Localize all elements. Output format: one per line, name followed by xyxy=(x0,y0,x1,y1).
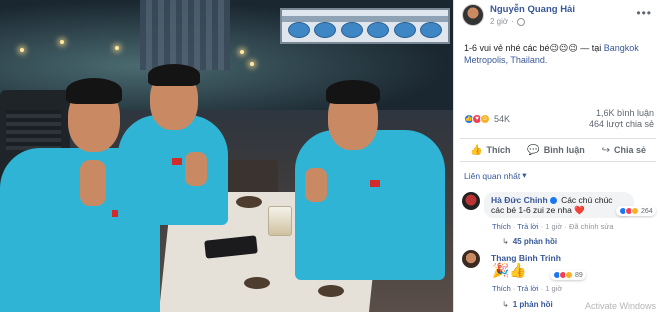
globe-icon xyxy=(516,17,525,26)
comment-filter[interactable]: Liên quan nhất ▾ xyxy=(464,170,527,181)
speech-bubble-icon: 💬 xyxy=(527,144,540,156)
comment-reply-link[interactable]: Trả lời xyxy=(517,222,538,231)
reaction-count: 54K xyxy=(494,114,511,124)
city-light xyxy=(240,50,244,54)
comment-reply-link[interactable]: Trả lời xyxy=(517,284,538,293)
reaction-summary[interactable]: 👍 ♥ ☺ 54K xyxy=(464,114,510,124)
comment-filter-label: Liên quan nhất xyxy=(464,170,521,181)
bus-screen xyxy=(280,8,450,44)
share-button[interactable]: ↪ Chia sẻ xyxy=(602,145,646,156)
author-name[interactable]: Nguyễn Quang Hải xyxy=(490,4,575,15)
city-light xyxy=(250,62,254,66)
replies-count: 45 phản hồi xyxy=(512,237,558,246)
comment-edited[interactable]: Đã chỉnh sửa xyxy=(569,222,614,231)
commenter-avatar[interactable] xyxy=(462,192,480,210)
commenter-name[interactable]: Hà Đức Chinh xyxy=(491,195,548,205)
reaction-bar: 👍 ♥ ☺ 54K 1,6K bình luận 464 lượt chia s… xyxy=(464,108,654,130)
post-photo[interactable] xyxy=(0,0,453,312)
comment-time[interactable]: 1 giờ xyxy=(545,222,562,231)
view-replies[interactable]: ↳ 1 phản hồi xyxy=(502,300,553,309)
author-avatar[interactable] xyxy=(462,4,484,26)
post-meta: 2 giờ · xyxy=(490,17,575,26)
replies-count: 1 phản hồi xyxy=(512,300,553,309)
comment-bubble: Hà Đức Chinh Các chú chúc các bé 1-6 zui… xyxy=(484,192,634,218)
comment-like-link[interactable]: Thích xyxy=(492,222,511,231)
thumbs-up-icon: 👍 xyxy=(470,144,483,156)
comment-actions: Thích · Trả lời · 1 giờ · Đã chỉnh sửa xyxy=(492,222,614,231)
comment-actions: Thích · Trả lời · 1 giờ xyxy=(492,284,563,293)
haha-reaction-icon xyxy=(565,271,573,279)
city-light xyxy=(60,40,64,44)
comment-count[interactable]: 1,6K bình luận xyxy=(589,108,654,119)
comment-reaction-count: 89 xyxy=(575,271,583,279)
comment-reaction-count: 264 xyxy=(641,207,653,215)
city-light xyxy=(115,46,119,50)
comment-reactions[interactable]: 264 xyxy=(616,206,656,216)
chevron-down-icon: ▾ xyxy=(522,170,527,180)
table-hole xyxy=(318,285,344,297)
reply-arrow-icon: ↳ xyxy=(502,300,509,309)
post-text: 1-6 vui vẻ nhé các bé😉😉😉 — tại Bangkok M… xyxy=(464,42,654,66)
haha-reaction-icon xyxy=(631,207,639,215)
location-prefix: — tại xyxy=(577,43,604,53)
like-button[interactable]: 👍 Thích xyxy=(470,145,510,156)
post-message: 1-6 vui vẻ nhé các bé😉😉😉 xyxy=(464,43,578,53)
city-light xyxy=(20,48,24,52)
comment-time[interactable]: 1 giờ xyxy=(545,284,562,293)
view-replies[interactable]: ↳ 45 phản hồi xyxy=(502,237,557,246)
thumbs-up-sticker-icon: 🎉👍 xyxy=(492,262,527,278)
verified-badge-icon xyxy=(549,197,557,205)
comment-button[interactable]: 💬 Bình luận xyxy=(527,145,584,156)
cup xyxy=(268,206,292,236)
table-hole xyxy=(236,196,262,208)
reply-arrow-icon: ↳ xyxy=(502,237,509,246)
post-actions: 👍 Thích 💬 Bình luận ↪ Chia sẻ xyxy=(460,138,656,162)
comment-like-link[interactable]: Thích xyxy=(492,284,511,293)
comment-label: Bình luận xyxy=(543,145,585,155)
table-hole xyxy=(244,277,270,289)
heart-icon: ❤️ xyxy=(574,205,585,215)
more-options-icon[interactable]: ••• xyxy=(636,6,652,20)
activate-windows-watermark: Activate Windows xyxy=(584,301,656,311)
commenter-avatar[interactable] xyxy=(462,250,480,268)
seat-pattern xyxy=(6,110,61,150)
post-stats: 1,6K bình luận 464 lượt chia sẻ xyxy=(589,108,654,130)
post-header: Nguyễn Quang Hải 2 giờ · xyxy=(462,4,575,26)
post-sidebar: Nguyễn Quang Hải 2 giờ · ••• 1-6 vui vẻ … xyxy=(453,0,660,312)
share-label: Chia sẻ xyxy=(613,145,646,155)
post-time[interactable]: 2 giờ xyxy=(490,17,508,26)
share-arrow-icon: ↪ xyxy=(601,144,610,156)
curtain xyxy=(140,0,230,70)
share-count[interactable]: 464 lượt chia sẻ xyxy=(589,119,654,130)
like-label: Thích xyxy=(486,145,511,155)
comment-reactions[interactable]: 89 xyxy=(550,270,586,280)
haha-reaction-icon: ☺ xyxy=(480,114,490,124)
